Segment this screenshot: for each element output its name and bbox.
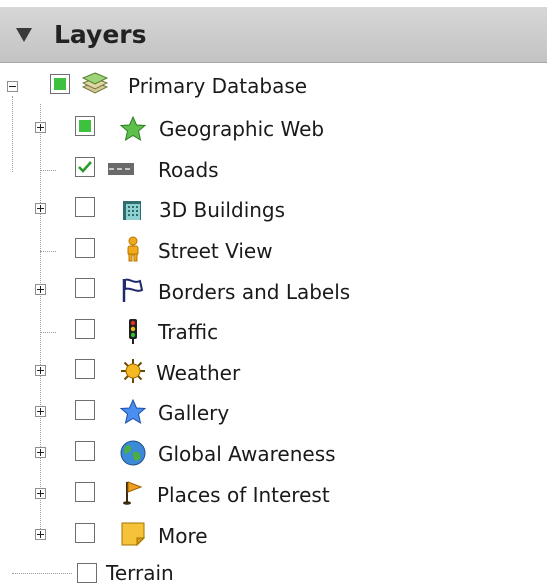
sticky-note-icon <box>121 522 146 547</box>
expand-toggle-borders-and-labels[interactable] <box>35 284 46 295</box>
buildings-icon <box>123 201 141 220</box>
layer-checkbox-borders-and-labels[interactable] <box>75 278 95 298</box>
tree-connector <box>40 170 56 171</box>
tree-connector <box>12 573 72 574</box>
layer-checkbox-street-view[interactable] <box>75 238 95 258</box>
tree-connector <box>40 251 56 252</box>
road-icon <box>108 163 134 175</box>
tree-connector <box>40 104 41 531</box>
layers-stack-icon <box>82 72 108 94</box>
layer-checkbox-roads[interactable] <box>75 157 95 177</box>
terrain-checkbox[interactable] <box>77 563 97 583</box>
layer-label-3d-buildings[interactable]: 3D Buildings <box>159 198 285 222</box>
expand-toggle-weather[interactable] <box>35 365 46 376</box>
root-collapse-toggle[interactable] <box>7 81 18 92</box>
layer-label-street-view[interactable]: Street View <box>158 239 273 263</box>
expand-toggle-geographic-web[interactable] <box>35 122 46 133</box>
layer-label-weather[interactable]: Weather <box>156 361 240 385</box>
sun-icon <box>121 359 145 383</box>
layer-label-geographic-web[interactable]: Geographic Web <box>159 117 324 141</box>
layer-checkbox-geographic-web[interactable] <box>75 116 95 136</box>
tree-connector <box>12 96 13 172</box>
pegman-icon <box>127 236 139 262</box>
terrain-label[interactable]: Terrain <box>106 561 174 585</box>
layer-checkbox-more[interactable] <box>75 523 95 543</box>
expand-toggle-global-awareness[interactable] <box>35 447 46 458</box>
flag-icon <box>122 278 144 302</box>
poi-flag-icon <box>123 481 143 505</box>
expand-toggle-more[interactable] <box>35 529 46 540</box>
layer-checkbox-global-awareness[interactable] <box>75 441 95 461</box>
layer-label-traffic[interactable]: Traffic <box>158 320 218 344</box>
layers-tree: Primary Database Geographic Web Roads 3D… <box>0 0 547 585</box>
layer-label-borders-and-labels[interactable]: Borders and Labels <box>158 280 350 304</box>
root-checkbox[interactable] <box>50 74 70 94</box>
layer-label-more[interactable]: More <box>158 524 208 548</box>
layer-checkbox-traffic[interactable] <box>75 319 95 339</box>
traffic-light-icon <box>129 319 137 344</box>
layer-checkbox-weather[interactable] <box>75 359 95 379</box>
layer-label-gallery[interactable]: Gallery <box>158 401 229 425</box>
layer-checkbox-places-of-interest[interactable] <box>75 482 95 502</box>
layer-checkbox-3d-buildings[interactable] <box>75 197 95 217</box>
globe-icon <box>120 440 146 466</box>
expand-toggle-gallery[interactable] <box>35 406 46 417</box>
expand-toggle-places-of-interest[interactable] <box>35 488 46 499</box>
layer-label-places-of-interest[interactable]: Places of Interest <box>157 483 330 507</box>
blue-star-icon <box>120 399 146 425</box>
expand-toggle-3d-buildings[interactable] <box>35 203 46 214</box>
green-star-icon <box>120 116 146 142</box>
layer-label-global-awareness[interactable]: Global Awareness <box>158 442 336 466</box>
root-label[interactable]: Primary Database <box>128 74 307 98</box>
checkmark-icon <box>78 161 92 173</box>
tree-connector <box>40 332 56 333</box>
layer-checkbox-gallery[interactable] <box>75 400 95 420</box>
layer-label-roads[interactable]: Roads <box>158 158 219 182</box>
